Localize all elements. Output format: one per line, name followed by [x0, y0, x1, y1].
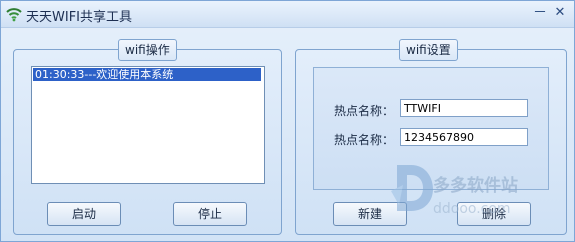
- log-item[interactable]: 01:30:33---欢迎使用本系统: [33, 68, 261, 81]
- title-bar[interactable]: 天天WIFI共享工具 － ✕: [1, 1, 574, 28]
- minimize-icon[interactable]: －: [532, 6, 548, 22]
- stop-button[interactable]: 停止: [173, 202, 247, 226]
- hotspot-name-label: 热点名称：: [334, 104, 395, 118]
- new-button[interactable]: 新建: [333, 202, 407, 226]
- hotspot-name-input[interactable]: TTWIFI: [400, 99, 528, 117]
- wifi-settings-panel: wifi设置 热点名称： TTWIFI 热点名称： 1234567890 新建 …: [295, 39, 567, 235]
- log-listbox[interactable]: 01:30:33---欢迎使用本系统: [31, 66, 265, 184]
- close-icon[interactable]: ✕: [552, 6, 568, 22]
- settings-group: 热点名称： TTWIFI 热点名称： 1234567890: [313, 67, 549, 190]
- wifi-settings-title: wifi设置: [399, 39, 458, 61]
- delete-button[interactable]: 删除: [457, 202, 531, 226]
- hotspot-password-label: 热点名称：: [334, 133, 395, 147]
- start-button[interactable]: 启动: [47, 202, 121, 226]
- wifi-icon: [6, 6, 22, 22]
- wifi-operation-title: wifi操作: [118, 39, 177, 61]
- window-title: 天天WIFI共享工具: [26, 10, 132, 25]
- hotspot-password-input[interactable]: 1234567890: [400, 128, 528, 146]
- wifi-operation-panel: wifi操作 01:30:33---欢迎使用本系统 启动 停止: [13, 39, 282, 235]
- app-window: 天天WIFI共享工具 － ✕ wifi操作 01:30:33---欢迎使用本系统…: [0, 0, 575, 242]
